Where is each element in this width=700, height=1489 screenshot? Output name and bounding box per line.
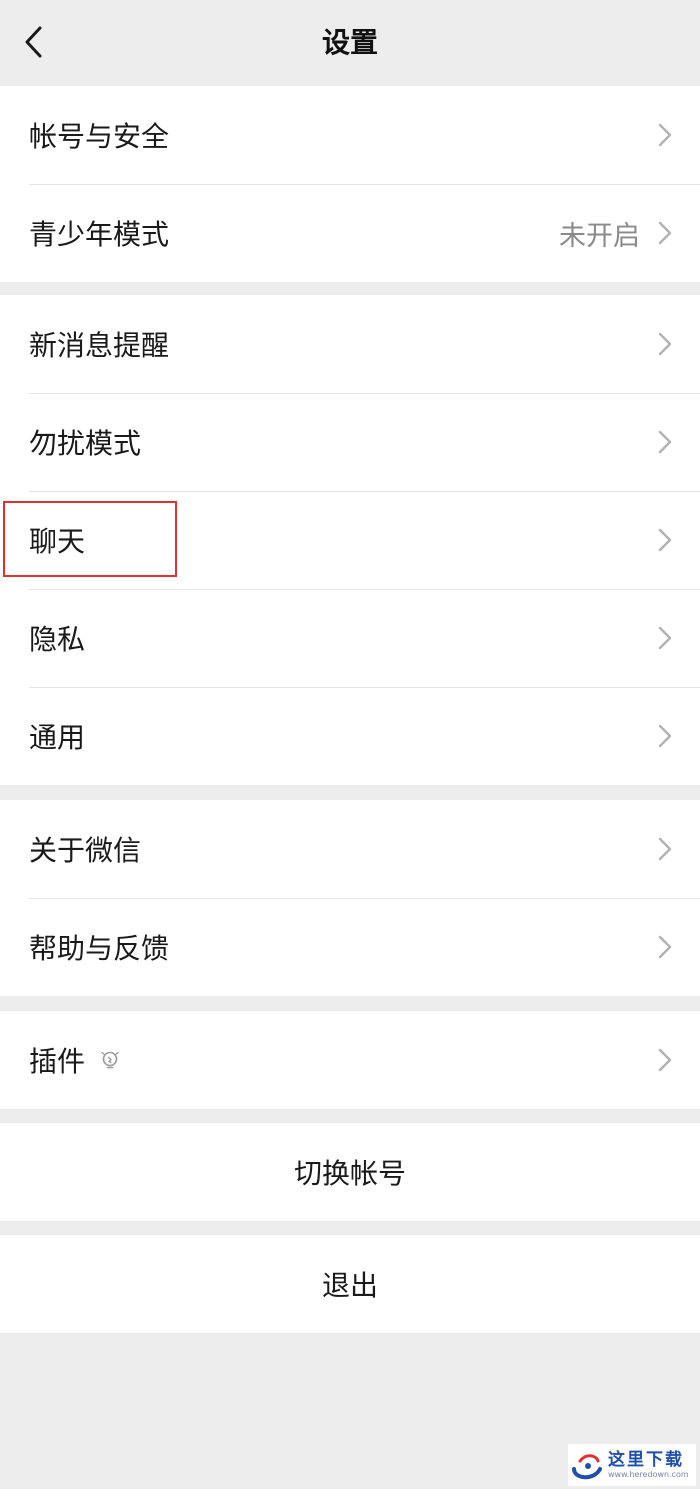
row-label: 插件 (29, 1040, 658, 1080)
chevron-right-icon (658, 1048, 672, 1072)
row-label: 隐私 (29, 623, 86, 656)
row-youth-mode[interactable]: 青少年模式 未开启 (0, 184, 700, 282)
watermark-url: www.heredown.com (608, 1470, 689, 1479)
row-do-not-disturb[interactable]: 勿扰模式 (0, 393, 700, 491)
row-status-value: 未开启 (559, 220, 640, 252)
settings-group-account: 帐号与安全 青少年模式 未开启 (0, 86, 700, 282)
row-label: 帮助与反馈 (29, 932, 170, 965)
row-label: 帐号与安全 (29, 120, 170, 153)
settings-group-about: 关于微信 帮助与反馈 (0, 800, 700, 996)
row-label: 关于微信 (29, 834, 142, 867)
chevron-right-icon (658, 626, 672, 650)
row-plugins[interactable]: 插件 (0, 1011, 700, 1109)
watermark-logo-icon (572, 1454, 602, 1480)
page-title: 设置 (321, 26, 378, 59)
row-label: 新消息提醒 (29, 329, 170, 362)
row-label: 勿扰模式 (29, 427, 142, 460)
row-about-wechat[interactable]: 关于微信 (0, 800, 700, 898)
chevron-right-icon (658, 332, 672, 356)
settings-group-plugins: 插件 (0, 1011, 700, 1109)
chevron-right-icon (658, 221, 672, 245)
row-help-feedback[interactable]: 帮助与反馈 (0, 898, 700, 996)
highlight-box (3, 501, 177, 577)
lightbulb-icon (99, 1049, 121, 1071)
chevron-right-icon (658, 123, 672, 147)
chevron-right-icon (658, 724, 672, 748)
row-label: 通用 (29, 721, 86, 754)
plugins-label: 插件 (29, 1045, 86, 1078)
chevron-right-icon (658, 837, 672, 861)
chevron-right-icon (658, 935, 672, 959)
watermark: 这里下载 www.heredown.com (568, 1444, 696, 1486)
nav-bar: 设置 (0, 0, 700, 86)
watermark-text: 这里下载 (608, 1450, 684, 1470)
row-new-message-alerts[interactable]: 新消息提醒 (0, 295, 700, 393)
row-label: 青少年模式 (29, 218, 170, 251)
row-privacy[interactable]: 隐私 (0, 589, 700, 687)
chevron-right-icon (658, 528, 672, 552)
row-account-security[interactable]: 帐号与安全 (0, 86, 700, 184)
switch-account-button[interactable]: 切换帐号 (0, 1123, 700, 1221)
row-general[interactable]: 通用 (0, 687, 700, 785)
logout-button[interactable]: 退出 (0, 1235, 700, 1333)
chevron-right-icon (658, 430, 672, 454)
